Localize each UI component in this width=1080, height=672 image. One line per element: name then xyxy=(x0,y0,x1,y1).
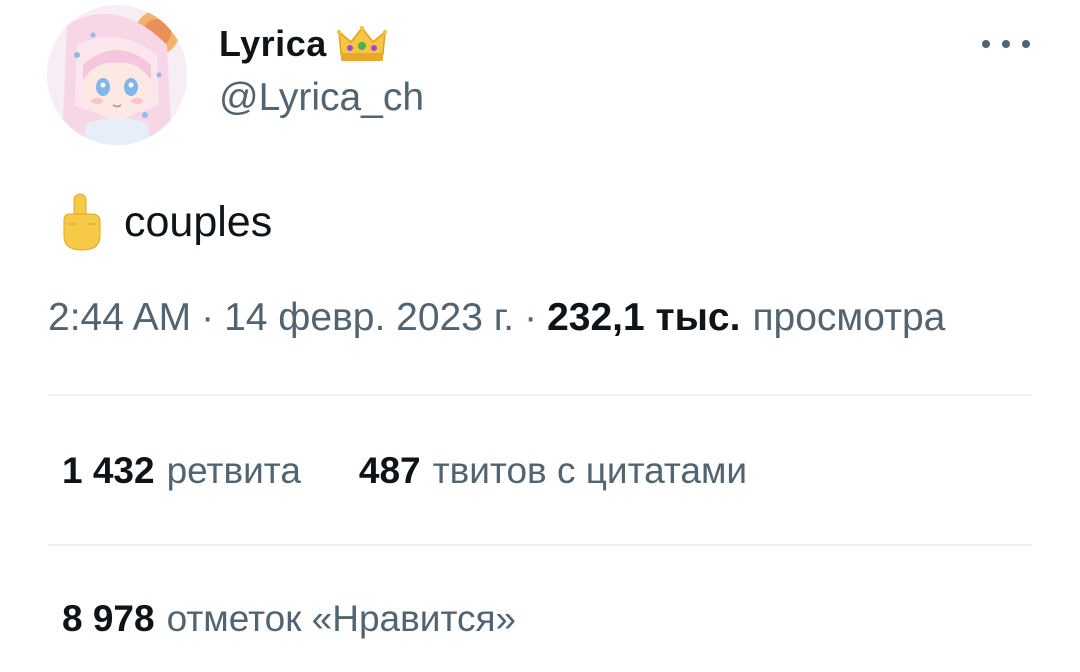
tweet-text: couples xyxy=(56,190,272,254)
views-count: 232,1 тыс. xyxy=(547,296,741,339)
avatar-illustration xyxy=(47,5,187,145)
tweet-date[interactable]: 14 февр. 2023 г. xyxy=(224,296,514,340)
more-horizontal-icon-dot xyxy=(1002,40,1010,48)
more-options-button[interactable] xyxy=(982,26,1030,62)
tweet-detail: Lyrica @Lyrica_ch couples 2:44 AM · 14 ф… xyxy=(0,0,1080,672)
crown-icon xyxy=(336,25,387,61)
likes-stat[interactable]: 8 978 отметок «Нравится» xyxy=(62,598,516,640)
middle-finger-emoji-icon xyxy=(63,193,101,251)
tweet-body-text: couples xyxy=(124,197,273,246)
divider xyxy=(48,544,1032,546)
quotes-stat[interactable]: 487 твитов с цитатами xyxy=(359,450,747,492)
views-label: просмотра xyxy=(752,296,946,339)
retweets-stat[interactable]: 1 432 ретвита xyxy=(62,450,301,492)
likes-label: отметок «Нравится» xyxy=(166,598,517,639)
meta-separator: · xyxy=(201,296,215,339)
quotes-label: твитов с цитатами xyxy=(432,450,748,491)
more-horizontal-icon-dot xyxy=(1022,40,1030,48)
tweet-time[interactable]: 2:44 AM xyxy=(48,296,191,340)
meta-separator: · xyxy=(524,296,538,339)
retweets-count: 1 432 xyxy=(62,450,155,491)
likes-count: 8 978 xyxy=(62,598,155,639)
stats-row-reposts: 1 432 ретвита 487 твитов с цитатами xyxy=(62,450,747,492)
tweet-meta: 2:44 AM · 14 февр. 2023 г. · 232,1 тыс. … xyxy=(48,296,945,340)
quotes-count: 487 xyxy=(358,450,421,491)
divider xyxy=(48,394,1032,396)
stats-row-likes: 8 978 отметок «Нравится» xyxy=(62,598,516,640)
author-handle[interactable]: @Lyrica_ch xyxy=(219,76,424,120)
retweets-label: ретвита xyxy=(166,450,301,491)
author-name-row[interactable]: Lyrica xyxy=(219,22,387,66)
author-display-name[interactable]: Lyrica xyxy=(219,23,327,65)
author-avatar[interactable] xyxy=(47,5,187,145)
more-horizontal-icon xyxy=(982,40,990,48)
